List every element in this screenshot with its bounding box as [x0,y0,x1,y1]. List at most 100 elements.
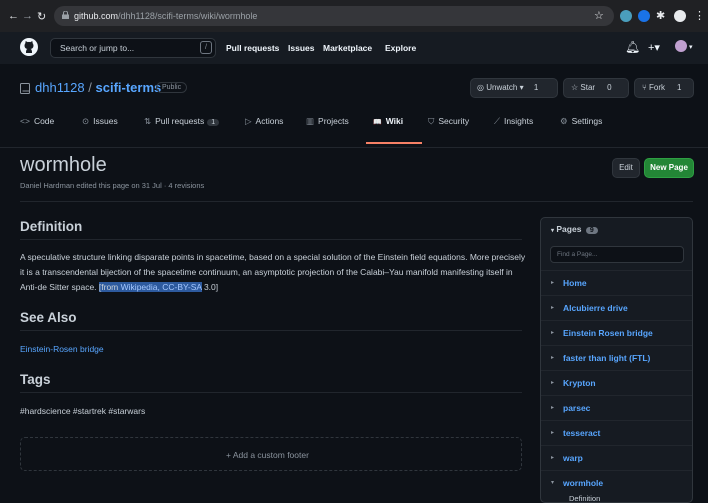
project-icon: ▥ [306,116,315,126]
find-page-input[interactable]: Find a Page... [550,246,684,263]
sidebar-item-wormhole[interactable]: ▾ wormhole Definition [541,470,692,502]
pages-toggle[interactable]: ▾ Pages 9 [551,224,598,234]
gear-icon: ⚙ [560,116,568,126]
sidebar-item-label: Alcubierre drive [563,303,628,313]
sidebar-item-label: parsec [563,403,591,413]
fork-label: Fork [649,83,666,92]
sidebar-item-label: tesseract [563,428,601,438]
extension-icon[interactable] [638,10,650,22]
heading-divider [20,239,522,240]
puzzle-icon[interactable]: ✱ [656,9,665,22]
reload-icon[interactable]: ↻ [37,10,46,23]
sidebar-item-ftl[interactable]: ▸ faster than light (FTL) [541,345,692,370]
tab-wiki[interactable]: 📖 Wiki [373,116,403,126]
slash-shortcut-hint: / [200,41,212,54]
sidebar-item-tesseract[interactable]: ▸ tesseract [541,420,692,445]
page-edit-info: Daniel Hardman edited this page on 31 Ju… [20,181,205,190]
play-icon: ▷ [245,116,252,126]
tab-settings[interactable]: ⚙ Settings [560,116,602,127]
tab-security-label: Security [438,116,470,126]
tab-pull-requests[interactable]: ⇅ Pull requests 1 [144,116,220,127]
pull-requests-count: 1 [207,119,220,126]
code-icon: <> [20,116,30,126]
fork-button[interactable]: ⑂ Fork 1 [634,78,694,98]
chevron-right-icon: ▸ [551,280,555,286]
tab-wiki-label: Wiki [385,116,404,126]
sidebar-item-alcubierre-drive[interactable]: ▸ Alcubierre drive [541,295,692,320]
attribution: [from Wikipedia, CC-BY-SA [98,282,202,292]
star-button[interactable]: ☆ Star 0 [563,78,629,98]
github-logo-icon[interactable] [20,38,38,56]
active-tab-indicator [366,142,422,144]
sidebar-item-warp[interactable]: ▸ warp [541,445,692,470]
chevron-right-icon: ▸ [551,355,555,361]
back-arrow-icon[interactable]: ← [8,10,19,22]
tab-code-label: Code [33,116,55,126]
repo-icon [20,83,30,94]
profile-avatar[interactable] [674,10,686,22]
visibility-badge: Public [156,82,188,93]
tab-settings-label: Settings [571,116,603,126]
edit-button[interactable]: Edit [612,158,640,178]
find-page-placeholder: Find a Page... [557,251,598,258]
sidebar-item-label: Home [563,278,587,288]
einstein-rosen-link[interactable]: Einstein-Rosen bridge [20,344,104,354]
tags-text: #hardscience #startrek #starwars [20,406,146,416]
tab-security[interactable]: ⛉ Security [428,116,469,127]
pages-count: 9 [585,227,598,234]
book-icon: 📖 [373,119,382,126]
create-new-plus-icon[interactable]: +▾ [648,41,660,54]
tab-issues-label: Issues [93,116,118,126]
unwatch-label: Unwatch [486,83,518,92]
see-also-heading: See Also [20,310,77,325]
tab-code[interactable]: <> Code [20,116,54,126]
repo-owner-link[interactable]: dhh1128 [35,80,85,95]
eye-icon: ◎ [477,83,484,92]
nav-issues[interactable]: Issues [288,43,314,53]
repo-separator: / [84,80,96,95]
chevron-right-icon: ▸ [551,380,555,386]
repo-name-link[interactable]: scifi-terms [96,80,162,95]
sidebar-item-einstein-rosen-bridge[interactable]: ▸ Einstein Rosen bridge [541,320,692,345]
sidebar-item-krypton[interactable]: ▸ Krypton [541,370,692,395]
chevron-right-icon: ▸ [551,405,555,411]
extension-icon[interactable] [620,10,632,22]
definition-paragraph: A speculative structure linking disparat… [20,250,528,295]
sidebar-subitem-definition[interactable]: Definition [569,494,600,502]
repo-path: dhh1128 / scifi-terms [35,80,161,95]
tab-insights[interactable]: ⟋ Insights [494,116,533,127]
attribution-suffix: 3.0] [201,282,219,292]
tab-projects[interactable]: ▥ Projects [306,116,349,127]
add-footer-label[interactable]: + Add a custom footer [226,450,309,460]
unwatch-button[interactable]: ◎ Unwatch ▾ 1 [470,78,558,98]
sidebar-item-label: warp [563,453,583,463]
tab-actions-label: Actions [255,116,284,126]
pages-sidebar: ▾ Pages 9 Find a Page... ▸ Home ▸ Alcubier… [540,217,693,503]
sidebar-item-label: Einstein Rosen bridge [563,328,653,338]
bookmark-star-icon[interactable]: ☆ [594,9,604,22]
address-url: github.com/dhh1128/scifi-terms/wiki/worm… [74,11,258,21]
chevron-down-icon[interactable]: ▾ [689,43,693,51]
chevron-right-icon: ▸ [551,305,555,311]
sidebar-item-label: wormhole [563,478,604,488]
graph-icon: ⟋ [494,116,500,126]
notification-bell-icon[interactable]: 🔔︎ [625,40,640,54]
fork-count: 1 [677,83,682,92]
search-placeholder: Search or jump to... [60,43,135,53]
chevron-right-icon: ▸ [551,330,555,336]
nav-pull-requests[interactable]: Pull requests [226,43,279,53]
lock-icon [62,11,69,19]
heading-divider [20,392,522,393]
sidebar-item-parsec[interactable]: ▸ parsec [541,395,692,420]
tab-actions[interactable]: ▷ Actions [245,116,283,127]
nav-marketplace[interactable]: Marketplace [323,43,372,53]
nav-explore[interactable]: Explore [385,43,416,53]
sidebar-item-home[interactable]: ▸ Home [541,270,692,295]
issue-icon: ⊙ [82,116,90,126]
wikipedia-link[interactable]: Wikipedia, CC-BY-SA [121,282,202,292]
browser-menu-icon[interactable]: ⋮ [694,9,705,22]
forward-arrow-icon[interactable]: → [22,10,33,22]
user-avatar[interactable] [675,40,687,52]
new-page-button[interactable]: New Page [644,158,694,178]
tab-issues[interactable]: ⊙ Issues [82,116,118,127]
